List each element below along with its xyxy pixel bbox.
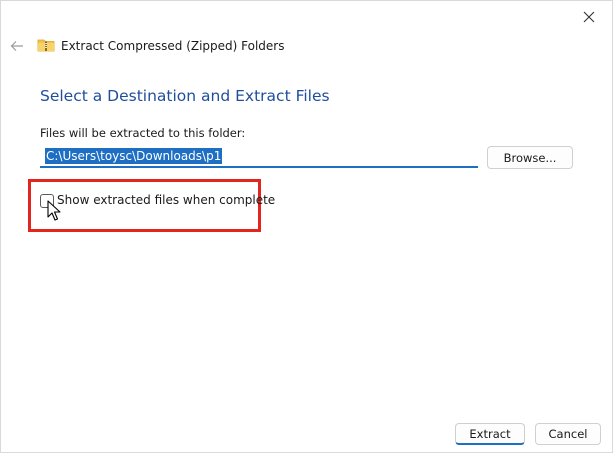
page-heading: Select a Destination and Extract Files — [40, 87, 330, 105]
destination-value: C:\Users\toysc\Downloads\p1 — [45, 148, 223, 164]
extract-button[interactable]: Extract — [455, 423, 525, 445]
show-extracted-files-label[interactable]: Show extracted files when complete — [57, 193, 275, 207]
cancel-button[interactable]: Cancel — [535, 423, 601, 445]
window-title: Extract Compressed (Zipped) Folders — [61, 39, 285, 53]
close-icon — [583, 11, 595, 22]
destination-input[interactable]: C:\Users\toysc\Downloads\p1 — [40, 146, 478, 168]
extract-dialog: Extract Compressed (Zipped) Folders Sele… — [0, 0, 613, 453]
back-button[interactable] — [7, 37, 27, 55]
destination-label: Files will be extracted to this folder: — [40, 126, 246, 140]
arrow-left-icon — [10, 41, 23, 51]
close-button[interactable] — [566, 1, 612, 32]
zip-folder-icon — [37, 39, 55, 52]
mouse-pointer-icon — [47, 200, 61, 221]
browse-button[interactable]: Browse... — [487, 146, 573, 169]
